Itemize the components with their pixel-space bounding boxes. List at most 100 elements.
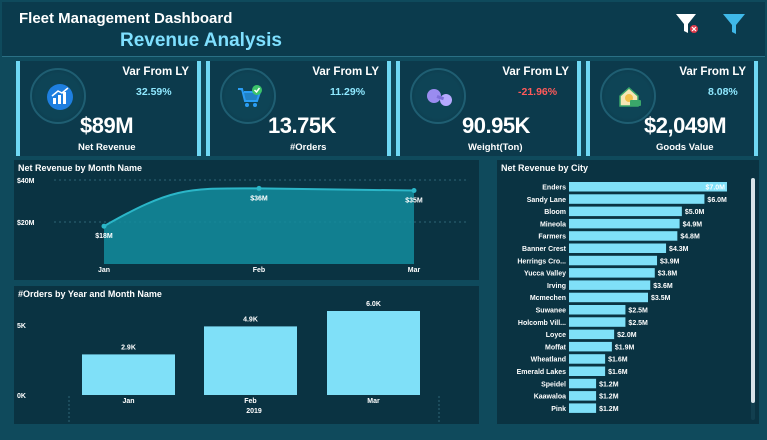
category-label: Sandy Lane	[527, 197, 566, 204]
category-label: Holcomb Vill...	[518, 320, 566, 327]
data-label: $4.9M	[683, 221, 703, 228]
horizontal-bar-chart: Enders $7.0M Sandy Lane $6.0M Bloom $5.0M Mine…	[517, 182, 727, 413]
x-tick-label: Mar	[367, 398, 380, 405]
category-label: Enders	[542, 185, 566, 192]
data-label: $2.5M	[628, 320, 648, 327]
kpi-card-weight: Var From LY -21.96% 90.95K Weight(Ton)	[396, 61, 581, 156]
data-label: $35M	[405, 198, 423, 205]
filter-icon[interactable]	[721, 11, 747, 37]
area-chart: $20M $40M $18M Jan $36M Feb $35M Mar	[17, 178, 469, 274]
data-label: $2.0M	[617, 332, 637, 339]
bar	[569, 354, 606, 364]
data-label: $6.0M	[707, 197, 727, 204]
data-label: $2.5M	[628, 308, 648, 315]
kpi-label: Weight(Ton)	[468, 142, 523, 153]
category-label: Kaawaloa	[534, 394, 566, 401]
category-label: Loyce	[546, 332, 566, 339]
column-chart: 0K 5K 2.9K Jan 4.9K Feb 6.0K Mar 2019	[17, 301, 440, 422]
kpi-value: $89M	[80, 113, 134, 138]
dumbbell-icon	[427, 89, 452, 106]
bar	[569, 305, 626, 315]
orders-by-month-panel: #Orders by Year and Month Name 0K 5K 2.9K J…	[14, 286, 479, 424]
money-house-icon	[619, 86, 641, 107]
category-label: Speidel	[541, 381, 566, 388]
kpi-card-net-revenue: Var From LY 32.59% $89M Net Revenue	[16, 61, 201, 156]
kpi-label: #Orders	[290, 142, 327, 153]
revenue-by-month-panel: Net Revenue by Month Name $20M $40M $18M Ja…	[14, 160, 479, 280]
bar	[569, 206, 682, 217]
category-label: Pink	[551, 406, 566, 413]
data-label: $3.9M	[660, 258, 680, 265]
category-label: Irving	[547, 283, 566, 290]
x-tick-label: Jan	[98, 267, 110, 274]
kpi-label: Net Revenue	[78, 142, 136, 153]
bar	[569, 182, 727, 192]
y-tick-label: 0K	[17, 393, 26, 400]
kpi-value: 90.95K	[462, 113, 530, 138]
data-label: $1.9M	[615, 344, 635, 351]
x-tick-label: Feb	[244, 398, 256, 405]
category-label: Wheatland	[531, 357, 566, 364]
var-label: Var From LY	[679, 66, 746, 78]
revenue-by-city-panel: Net Revenue by City Enders $7.0M Sandy Lan…	[497, 160, 759, 424]
bar	[82, 354, 175, 395]
scrollbar-track[interactable]	[751, 178, 755, 420]
var-value: 8.08%	[708, 86, 738, 98]
kpi-value: 13.75K	[268, 113, 336, 138]
bar	[569, 366, 606, 376]
y-tick-label: $40M	[17, 178, 35, 185]
data-point	[411, 188, 417, 193]
category-label: Mcmechen	[530, 295, 566, 302]
bar	[569, 268, 655, 278]
category-label: Farmers	[538, 234, 566, 241]
x-tick-label: Mar	[408, 267, 421, 274]
data-label: $7.0M	[706, 185, 726, 192]
clear-filter-icon[interactable]	[674, 11, 700, 37]
bar	[204, 326, 297, 395]
icon-ring	[30, 68, 86, 124]
bar	[569, 317, 626, 327]
data-label: $1.2M	[599, 394, 619, 401]
y-tick-label: $20M	[17, 220, 35, 227]
x-tick-label: Feb	[253, 267, 265, 274]
data-label: 6.0K	[366, 301, 381, 308]
data-label: $5.0M	[685, 209, 705, 216]
page-title: Revenue Analysis	[120, 30, 282, 51]
bar	[569, 194, 705, 204]
category-label: Suwanee	[536, 308, 566, 315]
category-label: Mineola	[540, 221, 566, 228]
data-label: $18M	[95, 233, 113, 240]
bar	[569, 255, 658, 266]
data-label: $3.5M	[651, 295, 671, 302]
category-label: Bloom	[544, 209, 566, 216]
data-label: 4.9K	[243, 316, 258, 323]
data-label: $4.3M	[669, 246, 689, 253]
header-bar: Fleet Management Dashboard Revenue Analy…	[2, 2, 765, 57]
data-point	[101, 223, 107, 229]
y-tick-label: 5K	[17, 323, 26, 330]
kpi-card-orders: Var From LY 11.29% 13.75K #Orders	[206, 61, 391, 156]
bar	[327, 311, 420, 395]
bar	[569, 218, 680, 229]
kpi-label: Goods Value	[656, 142, 714, 153]
kpi-card-goods-value: Var From LY 8.08% $2,049M Goods Value	[586, 61, 758, 156]
data-point	[256, 185, 262, 191]
bar	[569, 403, 597, 413]
scrollbar-thumb[interactable]	[751, 178, 755, 403]
icon-ring	[410, 68, 466, 124]
data-label: $3.8M	[658, 271, 678, 278]
data-label: $4.8M	[680, 234, 700, 241]
data-label: 2.9K	[121, 344, 136, 351]
category-label: Yucca Valley	[524, 271, 566, 278]
var-value: 11.29%	[330, 86, 366, 98]
var-label: Var From LY	[122, 66, 189, 78]
x-tick-label: Jan	[122, 398, 134, 405]
var-value: 32.59%	[136, 86, 172, 98]
data-label: $36M	[250, 195, 268, 202]
category-label: Herrings Cro...	[517, 258, 566, 265]
data-label: $1.6M	[608, 369, 628, 376]
var-label: Var From LY	[312, 66, 379, 78]
chart-icon	[47, 84, 73, 110]
category-label: Banner Crest	[522, 246, 567, 253]
bar	[569, 391, 597, 401]
